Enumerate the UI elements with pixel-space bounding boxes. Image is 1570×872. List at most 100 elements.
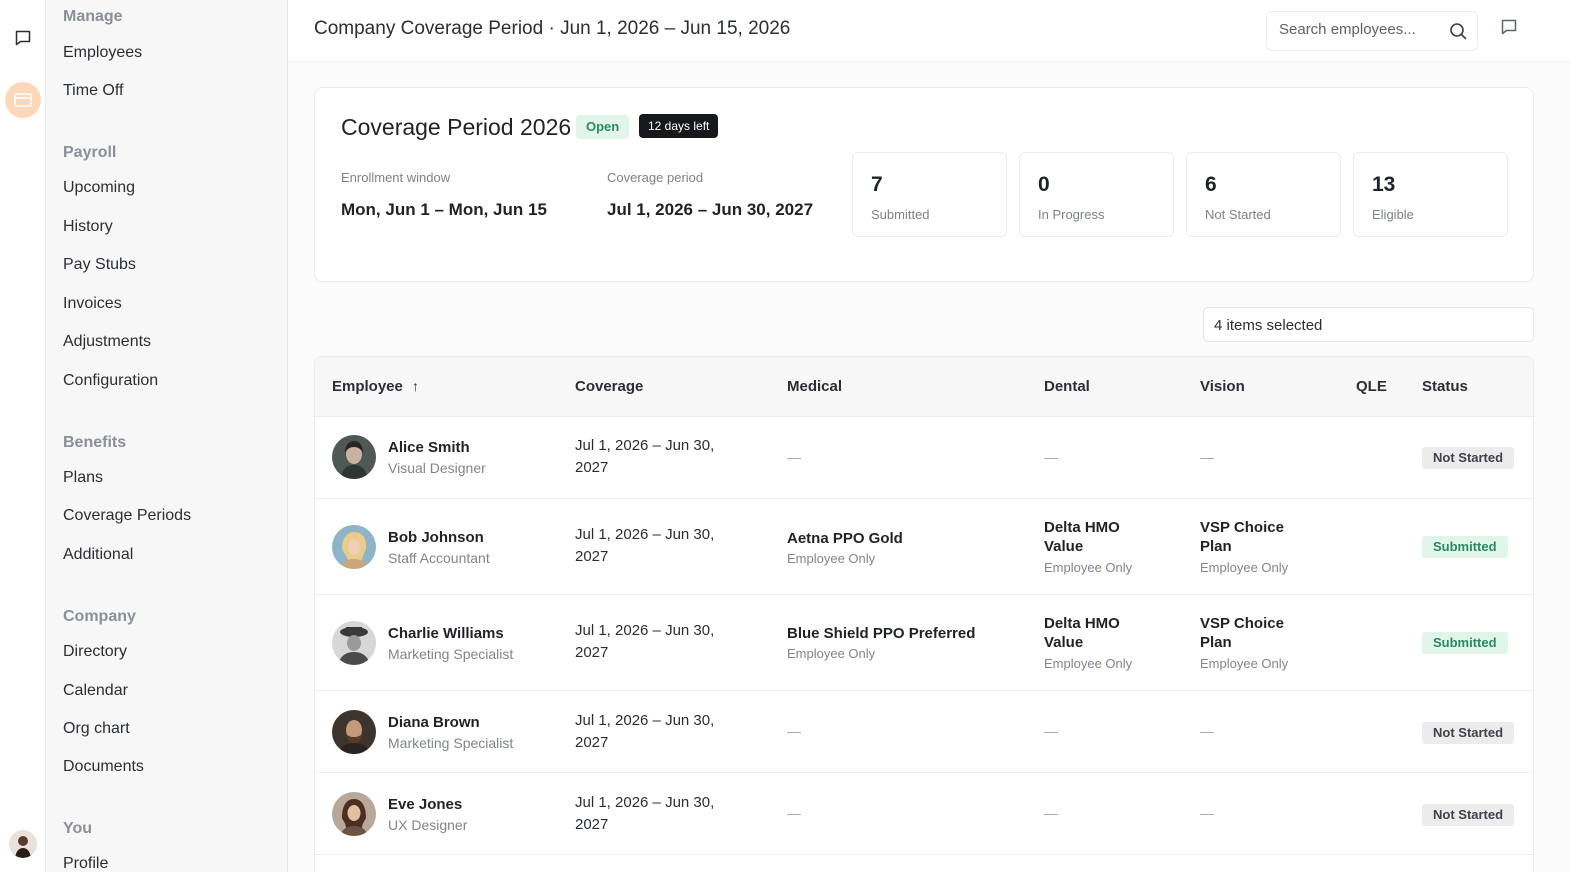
employee-name[interactable]: Charlie Williams — [388, 625, 504, 642]
employee-name[interactable]: Alice Smith — [388, 439, 470, 456]
stat-label: Eligible — [1372, 207, 1414, 222]
stat-label: In Progress — [1038, 207, 1105, 222]
coverage-dates: Jul 1, 2026 – Jun 30, 2027 — [575, 712, 715, 751]
sidebar-item-org-chart[interactable]: Org chart — [63, 720, 130, 738]
coverage-period-label: Coverage period — [607, 170, 704, 185]
sidebar-section-payroll: Payroll — [63, 144, 117, 161]
dental-tier: Employee Only — [1044, 560, 1133, 575]
sidebar-section-company: Company — [63, 608, 136, 625]
coverage-period-title: Coverage Period 2026 — [341, 114, 572, 140]
vision-empty: — — [1200, 449, 1214, 465]
search-input[interactable] — [1279, 21, 1447, 38]
medical-tier: Employee Only — [787, 551, 876, 566]
column-header-employee[interactable]: Employee ↑ — [332, 378, 419, 395]
employee-avatar — [332, 525, 376, 569]
sidebar-item-invoices[interactable]: Invoices — [63, 295, 122, 313]
vision-tier: Employee Only — [1200, 656, 1289, 671]
status-badge: Not Started — [1422, 447, 1515, 469]
employee-role: UX Designer — [388, 817, 468, 833]
app-switcher-button[interactable] — [0, 80, 46, 120]
status-badge: Not Started — [1422, 804, 1515, 826]
comment-icon — [1501, 19, 1517, 35]
table-header: Employee ↑ Coverage Medical Dental Visio… — [315, 357, 1533, 417]
sidebar-section-manage: Manage — [63, 8, 123, 25]
dental-tier: Employee Only — [1044, 656, 1133, 671]
sidebar-item-upcoming[interactable]: Upcoming — [63, 179, 135, 197]
vision-tier: Employee Only — [1200, 560, 1289, 575]
employee-name[interactable]: Bob Johnson — [388, 529, 484, 546]
table-row[interactable]: Diana Brown Marketing Specialist Jul 1, … — [315, 691, 1533, 773]
open-status-badge: Open — [576, 115, 630, 139]
user-avatar[interactable] — [9, 830, 37, 858]
sidebar-item-pay-stubs[interactable]: Pay Stubs — [63, 256, 136, 274]
sidebar-item-additional[interactable]: Additional — [63, 546, 133, 564]
column-header-medical[interactable]: Medical — [787, 378, 842, 395]
sidebar-item-history[interactable]: History — [63, 218, 113, 236]
vision-plan: VSP Choice Plan — [1200, 615, 1284, 651]
search-icon[interactable] — [1449, 22, 1467, 40]
search-box[interactable] — [1266, 11, 1478, 51]
column-header-dental[interactable]: Dental — [1044, 378, 1090, 395]
coverage-period-card: Coverage Period 2026 Open 12 days left E… — [314, 87, 1534, 282]
table-row[interactable]: Eve Jones UX Designer Jul 1, 2026 – Jun … — [315, 773, 1533, 855]
coverage-dates: Jul 1, 2026 – Jun 30, 2027 — [575, 794, 715, 833]
sidebar-item-documents[interactable]: Documents — [63, 758, 144, 776]
coverage-dates: Jul 1, 2026 – Jun 30, 2027 — [575, 437, 715, 476]
sidebar-item-employees[interactable]: Employees — [63, 44, 142, 62]
stat-value: 7 — [871, 173, 883, 196]
coverage-dates: Jul 1, 2026 – Jun 30, 2027 — [575, 622, 715, 661]
enrollment-window-value: Mon, Jun 1 – Mon, Jun 15 — [341, 200, 547, 219]
sidebar-item-adjustments[interactable]: Adjustments — [63, 333, 151, 351]
sidebar-item-plans[interactable]: Plans — [63, 469, 103, 487]
sort-ascending-icon: ↑ — [412, 378, 420, 394]
status-badge: Not Started — [1422, 722, 1515, 744]
app-icon — [5, 82, 41, 118]
stat-value: 0 — [1038, 173, 1050, 196]
column-header-status[interactable]: Status — [1422, 378, 1468, 395]
sidebar-item-configuration[interactable]: Configuration — [63, 372, 158, 390]
employee-role: Marketing Specialist — [388, 735, 514, 751]
message-icon — [15, 30, 31, 46]
sidebar-item-calendar[interactable]: Calendar — [63, 682, 128, 700]
stat-eligible: 13 Eligible — [1353, 152, 1508, 237]
employee-name[interactable]: Diana Brown — [388, 714, 480, 731]
column-header-vision[interactable]: Vision — [1200, 378, 1245, 395]
table-row[interactable]: Bob Johnson Staff Accountant Jul 1, 2026… — [315, 499, 1533, 595]
employee-role: Staff Accountant — [388, 550, 490, 566]
medical-empty: — — [787, 723, 801, 739]
employee-role: Visual Designer — [388, 460, 486, 476]
status-badge: Submitted — [1422, 632, 1508, 654]
icon-rail — [0, 0, 46, 872]
status-filter-select[interactable]: 4 items selected — [1203, 307, 1534, 342]
page-title: Company Coverage Period · Jun 1, 2026 – … — [314, 18, 791, 39]
stat-value: 13 — [1372, 173, 1396, 196]
sidebar-item-profile[interactable]: Profile — [63, 855, 108, 872]
sidebar-item-coverage-periods[interactable]: Coverage Periods — [63, 507, 191, 525]
table-row[interactable]: Alice Smith Visual Designer Jul 1, 2026 … — [315, 417, 1533, 499]
column-header-qle[interactable]: QLE — [1356, 378, 1387, 395]
employee-role: Marketing Specialist — [388, 646, 514, 662]
column-header-coverage[interactable]: Coverage — [575, 378, 643, 395]
medical-empty: — — [787, 449, 801, 465]
sidebar-item-directory[interactable]: Directory — [63, 643, 127, 661]
stat-label: Not Started — [1205, 207, 1271, 222]
coverage-dates: Jul 1, 2026 – Jun 30, 2027 — [575, 526, 715, 565]
medical-plan: Blue Shield PPO Preferred — [787, 625, 976, 642]
main-content: Company Coverage Period · Jun 1, 2026 – … — [288, 0, 1570, 872]
table-row[interactable]: Charlie Williams Marketing Specialist Ju… — [315, 595, 1533, 691]
vision-empty: — — [1200, 805, 1214, 821]
stat-submitted: 7 Submitted — [852, 152, 1007, 237]
messages-button[interactable] — [0, 18, 46, 58]
vision-empty: — — [1200, 723, 1214, 739]
vision-plan: VSP Choice Plan — [1200, 519, 1284, 555]
medical-tier: Employee Only — [787, 646, 876, 661]
stat-in-progress: 0 In Progress — [1019, 152, 1174, 237]
dental-plan: Delta HMO Value — [1044, 615, 1120, 651]
coverage-period-value: Jul 1, 2026 – Jun 30, 2027 — [607, 200, 814, 219]
enrollment-window-label: Enrollment window — [341, 170, 451, 185]
employee-name[interactable]: Eve Jones — [388, 796, 462, 813]
sidebar-item-time-off[interactable]: Time Off — [63, 82, 123, 100]
stat-label: Submitted — [871, 207, 930, 222]
top-bar: Company Coverage Period · Jun 1, 2026 – … — [288, 0, 1570, 62]
comments-button[interactable] — [1500, 18, 1524, 42]
